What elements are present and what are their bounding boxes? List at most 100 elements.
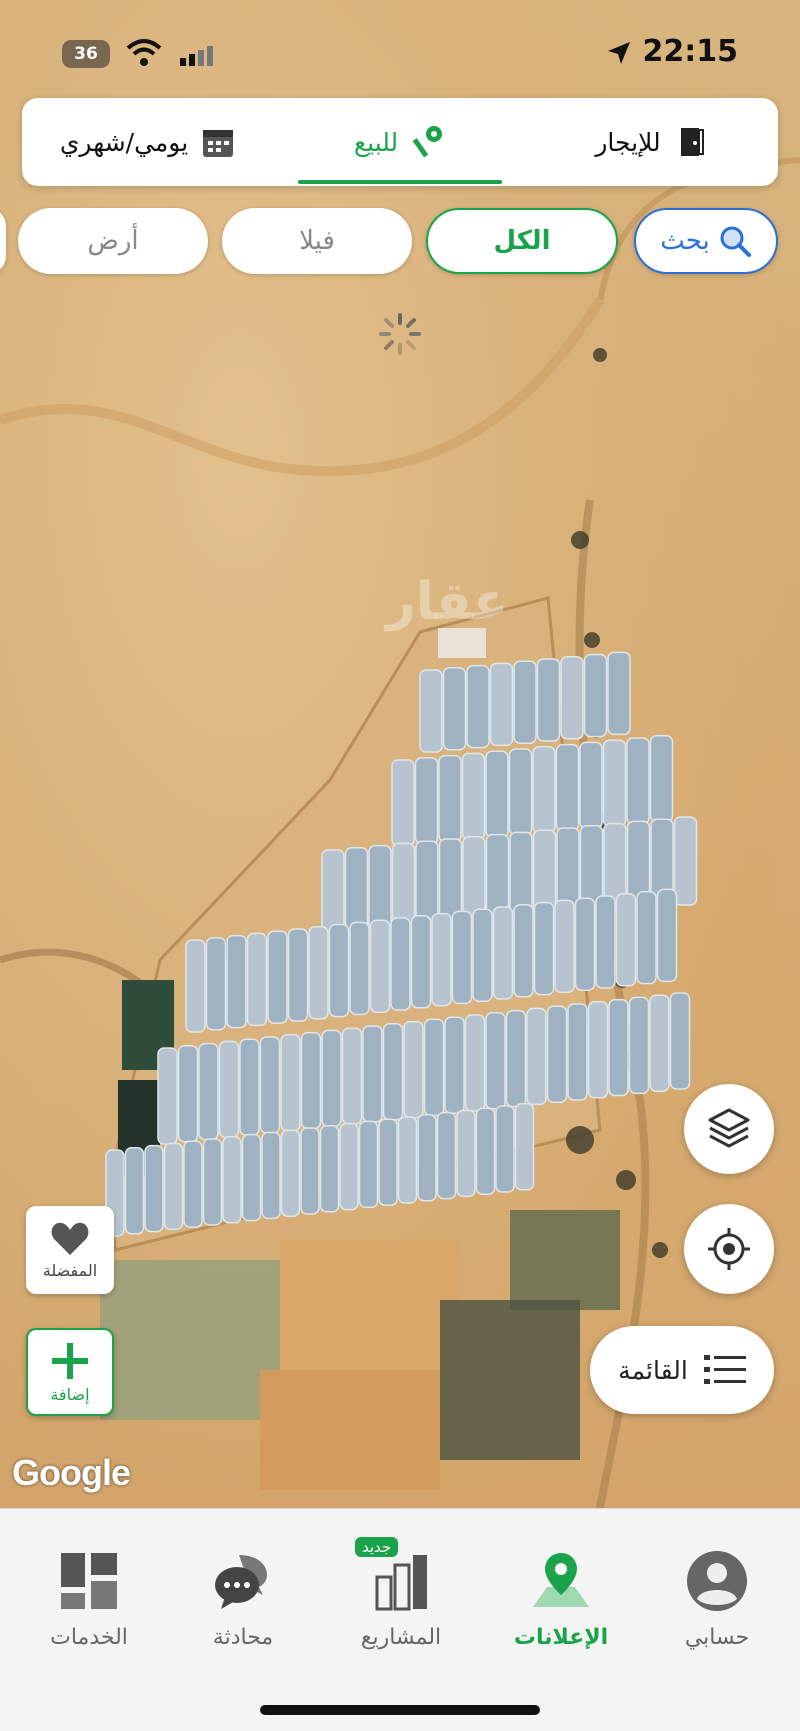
add-listing-label: إضافة: [50, 1384, 90, 1404]
favorites-button[interactable]: المفضلة: [26, 1206, 114, 1294]
key-icon: [412, 126, 443, 158]
nav-projects[interactable]: جديد المشاريع: [326, 1537, 476, 1650]
filter-all[interactable]: الكل: [426, 208, 618, 274]
battery-indicator: 36: [62, 40, 110, 68]
greenhouse: [349, 921, 370, 1016]
list-view-button[interactable]: القائمة: [590, 1326, 774, 1414]
greenhouse: [300, 1031, 322, 1130]
greenhouse: [202, 1138, 223, 1226]
greenhouse: [554, 899, 575, 994]
greenhouse: [218, 1040, 240, 1139]
greenhouse: [241, 1133, 262, 1222]
search-icon: [720, 226, 751, 257]
nav-services-label: الخدمات: [50, 1625, 128, 1650]
app-watermark: عقار: [386, 572, 509, 632]
nav-projects-icon-wrap: جديد: [355, 1537, 433, 1613]
greenhouse: [492, 906, 514, 1000]
nav-profile[interactable]: حسابي: [642, 1549, 792, 1650]
greenhouse: [239, 1038, 260, 1136]
greenhouse: [461, 752, 486, 841]
greenhouse: [431, 912, 452, 1007]
greenhouse: [226, 934, 247, 1029]
loading-spinner-icon: [379, 313, 421, 355]
greenhouse: [608, 998, 629, 1097]
map-pin-icon: [533, 1553, 589, 1607]
greenhouse: [649, 735, 674, 823]
greenhouse: [419, 669, 443, 753]
home-indicator: [260, 1705, 540, 1715]
wifi-icon: [126, 39, 162, 66]
greenhouse: [438, 754, 462, 843]
search-button[interactable]: بحث: [634, 208, 778, 274]
add-listing-button[interactable]: إضافة: [26, 1328, 114, 1416]
nav-chat[interactable]: محادثة: [168, 1549, 318, 1650]
map-layers-button[interactable]: [684, 1084, 774, 1174]
nav-listings-label: الإعلانات: [513, 1625, 609, 1650]
nav-listings[interactable]: الإعلانات: [486, 1549, 636, 1650]
greenhouse: [280, 1129, 301, 1217]
greenhouse: [436, 1111, 457, 1200]
greenhouse: [328, 923, 350, 1018]
status-bar: 36 22:15: [0, 0, 800, 100]
filter-villa-label: فيلا: [299, 226, 335, 256]
tab-daily-monthly-label: يومي/شهري: [59, 127, 189, 157]
favorites-label: المفضلة: [42, 1260, 98, 1280]
greenhouse: [267, 930, 288, 1024]
greenhouse: [505, 1009, 527, 1108]
greenhouse: [124, 1147, 145, 1235]
greenhouse: [546, 1005, 568, 1103]
heart-icon: [51, 1222, 89, 1255]
greenhouse: [574, 897, 596, 991]
my-location-button[interactable]: [684, 1204, 774, 1294]
greenhouse: [287, 928, 309, 1022]
greenhouse: [390, 917, 411, 1011]
greenhouse: [607, 651, 631, 736]
greenhouse: [319, 1125, 340, 1213]
greenhouse: [369, 919, 391, 1013]
nav-chat-label: محادثة: [212, 1625, 274, 1650]
greenhouse: [163, 1142, 184, 1231]
filter-chips: بحث الكل فيلا أرض: [0, 208, 800, 276]
greenhouse: [259, 1036, 281, 1134]
greenhouse: [514, 1103, 535, 1191]
greenhouse: [358, 1120, 379, 1209]
listing-type-tabs: للإيجار للبيع يومي/شهري: [22, 98, 778, 186]
greenhouse: [444, 1016, 465, 1114]
greenhouse: [205, 937, 227, 1031]
chat-icon: [215, 1555, 267, 1609]
greenhouse: [341, 1027, 363, 1125]
greenhouse: [513, 660, 537, 744]
greenhouse: [456, 1109, 476, 1198]
nav-profile-label: حسابي: [684, 1625, 750, 1650]
filter-all-label: الكل: [493, 226, 551, 256]
greenhouse: [567, 1003, 588, 1101]
tab-sale[interactable]: للبيع: [274, 98, 526, 186]
greenhouse: [222, 1136, 242, 1224]
filter-land[interactable]: أرض: [18, 208, 208, 274]
greenhouse: [362, 1025, 383, 1123]
greenhouse: [508, 748, 533, 836]
tab-rent[interactable]: للإيجار: [526, 98, 778, 186]
tab-daily-monthly[interactable]: يومي/شهري: [22, 98, 274, 186]
greenhouse: [495, 1105, 515, 1193]
filter-more[interactable]: [0, 208, 6, 274]
greenhouse: [475, 1107, 496, 1195]
greenhouse: [472, 908, 493, 1002]
greenhouse: [615, 893, 637, 987]
greenhouse: [489, 662, 514, 747]
greenhouse: [669, 992, 691, 1090]
crosshair-icon: [708, 1228, 750, 1270]
cellular-signal-icon: [180, 46, 213, 66]
greenhouse: [602, 739, 627, 827]
greenhouse: [636, 890, 657, 985]
greenhouse: [423, 1018, 445, 1117]
nav-services[interactable]: الخدمات: [14, 1549, 164, 1650]
search-label: بحث: [660, 226, 710, 256]
location-arrow-icon: [608, 42, 630, 64]
filter-villa[interactable]: فيلا: [222, 208, 412, 274]
greenhouse: [414, 757, 439, 845]
nav-projects-label: المشاريع: [360, 1625, 442, 1650]
greenhouse: [579, 741, 603, 830]
greenhouse: [261, 1131, 281, 1220]
greenhouse: [536, 658, 561, 742]
